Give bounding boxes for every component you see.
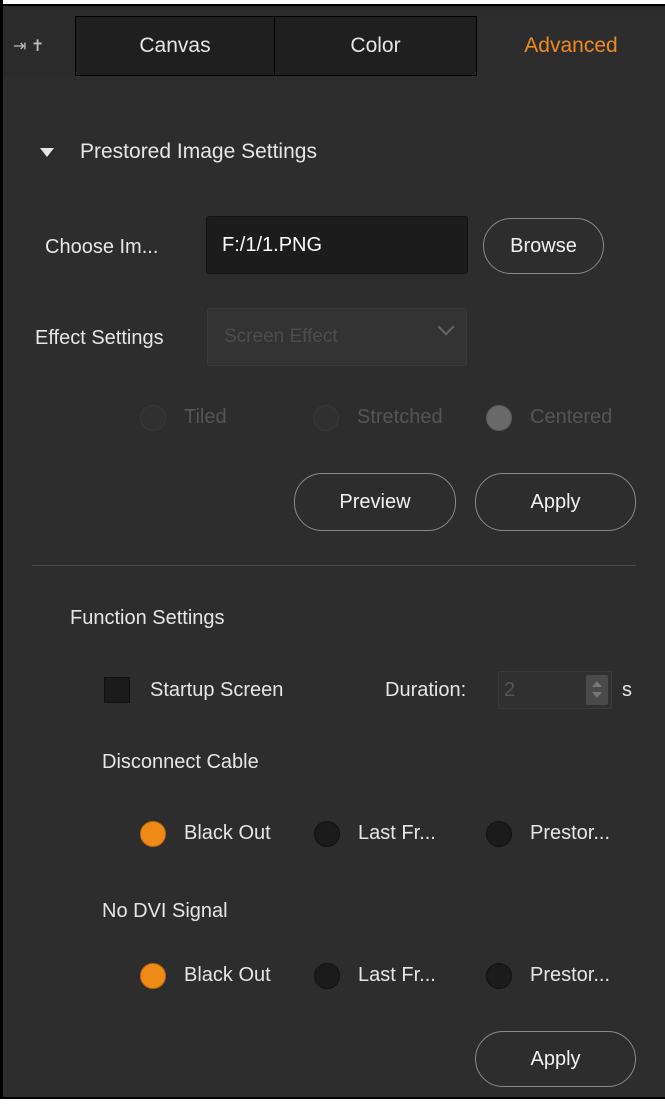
tiled-radio[interactable] [140,405,166,431]
function-apply-button[interactable]: Apply [475,1031,636,1087]
nodvi-prestored-radio[interactable] [486,963,512,989]
no-dvi-signal-label: No DVI Signal [102,900,228,922]
stretched-radio[interactable] [313,405,339,431]
window-bottom-edge [0,1097,665,1107]
startup-screen-checkbox[interactable] [104,677,130,703]
duration-label: Duration: [385,679,467,701]
collapse-triangle-icon [40,147,54,157]
nodvi-prestored-label: Prestor... [530,964,611,986]
centered-radio[interactable] [486,405,512,431]
tab-advanced[interactable]: Advanced [477,16,665,76]
browse-button[interactable]: Browse [483,218,604,274]
nodvi-lastframe-radio[interactable] [314,963,340,989]
disconnect-cable-label: Disconnect Cable [102,751,259,773]
prestored-section-title: Prestored Image Settings [80,140,317,163]
effect-settings-label: Effect Settings [35,327,164,349]
tab-canvas[interactable]: Canvas [75,16,275,76]
duration-stepper[interactable]: 2 [498,671,612,709]
tiled-label: Tiled [184,406,227,428]
disconnect-prestored-radio[interactable] [486,821,512,847]
stretched-label: Stretched [357,406,443,428]
function-settings-title: Function Settings [70,607,225,629]
prestored-apply-button[interactable]: Apply [475,473,636,531]
image-path-field[interactable]: F:/1/1.PNG [206,216,468,274]
disconnect-blackout-label: Black Out [184,822,271,844]
nodvi-blackout-radio[interactable] [140,963,166,989]
chevron-down-icon [437,318,455,336]
prestored-section-toggle[interactable]: Prestored Image Settings [40,140,317,164]
preview-button[interactable]: Preview [294,473,456,531]
nodvi-blackout-label: Black Out [184,964,271,986]
nodvi-lastframe-label: Last Fr... [358,964,436,986]
disconnect-blackout-radio[interactable] [140,821,166,847]
section-divider [32,565,636,566]
disconnect-prestored-label: Prestor... [530,822,611,844]
duration-value: 2 [504,678,516,701]
effect-dropdown[interactable]: Screen Effect [207,308,467,366]
startup-screen-label: Startup Screen [150,679,284,701]
stepper-arrows-icon[interactable] [586,675,608,705]
pin-icon[interactable]: ⇥ ✝ [13,36,44,56]
tab-bar: ⇥ ✝ Canvas Color Advanced [3,6,665,76]
choose-image-label: Choose Im... [45,236,159,258]
disconnect-lastframe-label: Last Fr... [358,822,436,844]
disconnect-lastframe-radio[interactable] [314,821,340,847]
effect-dropdown-value: Screen Effect [224,326,338,347]
tab-color[interactable]: Color [274,16,477,76]
centered-label: Centered [530,406,613,428]
duration-unit: s [622,679,632,701]
window-left-edge [0,0,3,1105]
